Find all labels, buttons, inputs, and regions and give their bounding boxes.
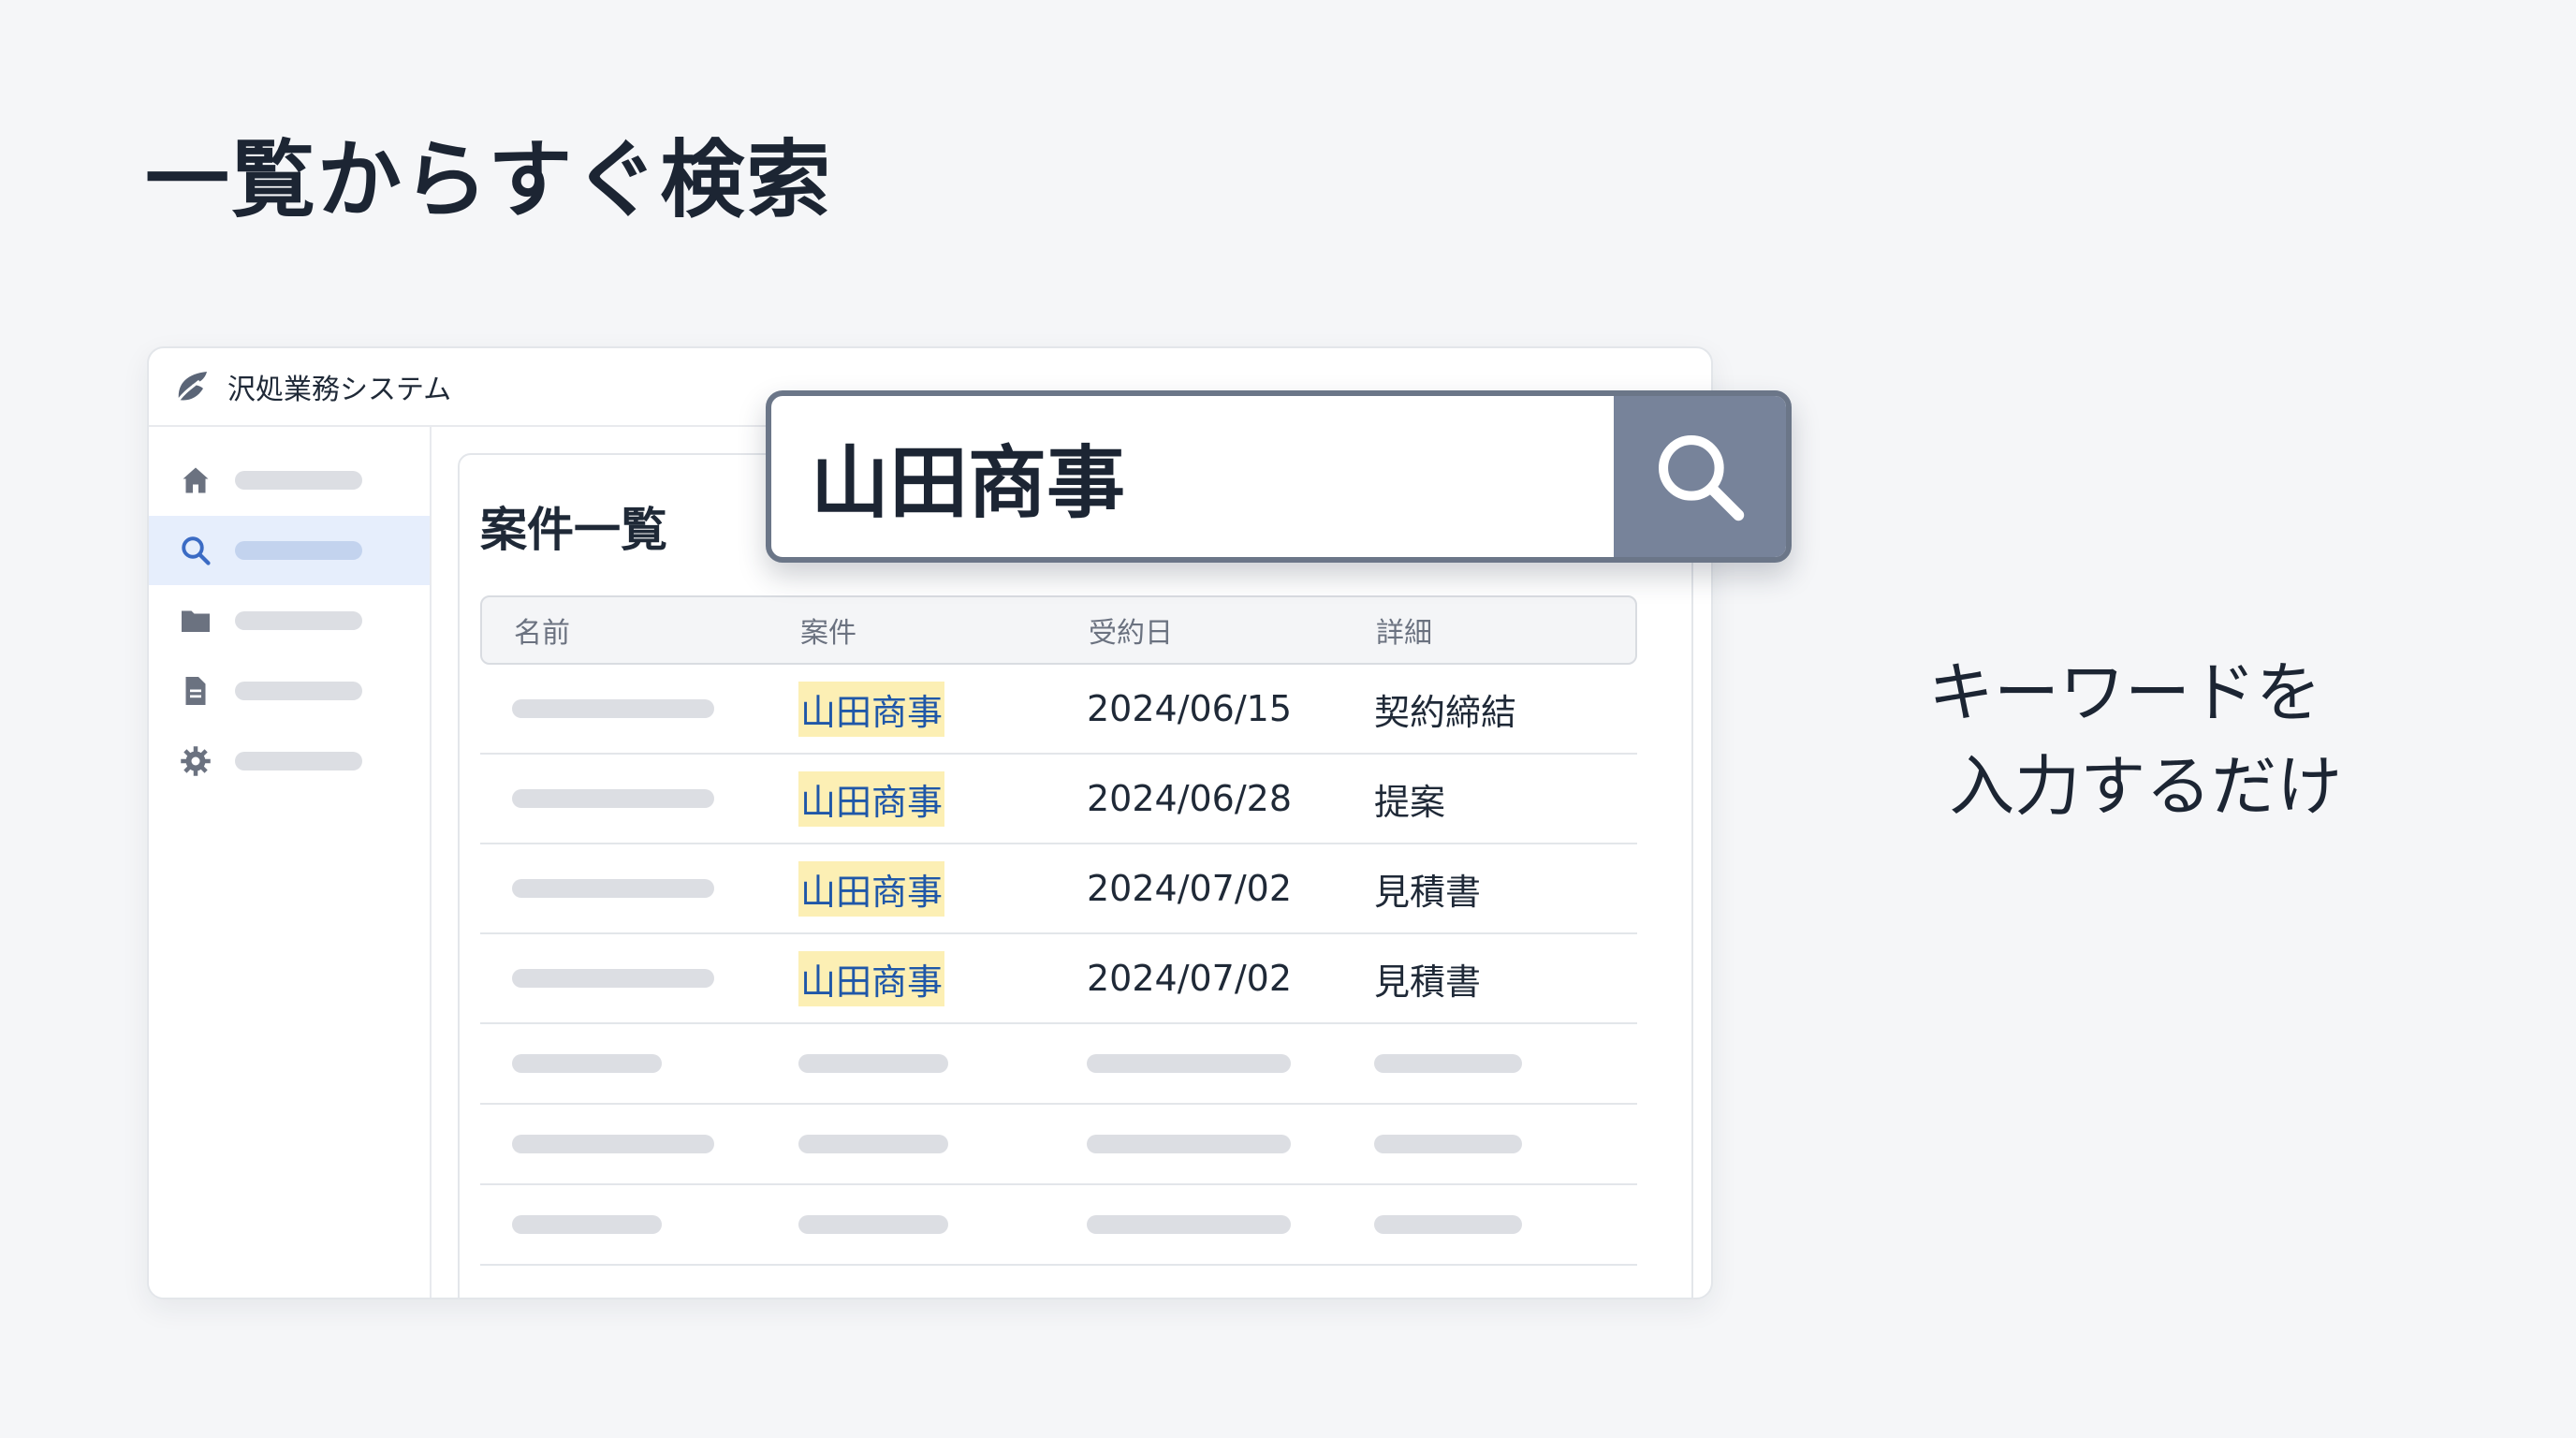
case-table: 名前 案件 受約日 詳細 山田商事 2024/06/15 契約締結 山田商事 2… xyxy=(480,595,1637,1266)
client-cell-highlighted: 山田商事 xyxy=(798,681,945,737)
sidebar-item-label-placeholder xyxy=(235,471,362,490)
date-cell: 2024/06/15 xyxy=(1087,688,1293,729)
cell-placeholder xyxy=(798,1054,948,1073)
headline: 一覧からすぐ検索 xyxy=(145,131,833,229)
home-icon xyxy=(183,467,209,493)
table-row[interactable]: 山田商事 2024/07/02 見積書 xyxy=(480,844,1637,934)
app-title: 沢処業務システム xyxy=(227,374,452,406)
column-header-case[interactable]: 案件 xyxy=(800,609,856,651)
sidebar-item-home[interactable] xyxy=(149,446,430,515)
cell-placeholder xyxy=(1374,1215,1522,1234)
client-cell-highlighted: 山田商事 xyxy=(798,860,945,917)
date-cell: 2024/07/02 xyxy=(1087,958,1293,999)
caption-line-2: 入力するだけ xyxy=(1949,748,2343,825)
table-row[interactable]: 山田商事 2024/07/02 見積書 xyxy=(480,934,1637,1024)
search-icon xyxy=(182,536,211,565)
table-row[interactable]: 山田商事 2024/06/28 提案 xyxy=(480,755,1637,844)
detail-cell: 提案 xyxy=(1374,781,1446,823)
sidebar-item-search[interactable] xyxy=(149,516,430,585)
caption: キーワードを 入力するだけ xyxy=(1928,646,2342,833)
client-cell-highlighted: 山田商事 xyxy=(798,770,945,827)
case-list-panel: 案件一覧 名前 案件 受約日 詳細 山田商事 2024/06/15 契約締結 山… xyxy=(458,453,1693,1298)
sidebar xyxy=(149,427,432,1298)
sidebar-item-label-placeholder xyxy=(235,611,362,630)
cell-placeholder xyxy=(798,1215,948,1234)
table-row-placeholder[interactable] xyxy=(480,1024,1637,1105)
table-row-placeholder[interactable] xyxy=(480,1105,1637,1185)
name-placeholder xyxy=(512,699,714,718)
column-header-name[interactable]: 名前 xyxy=(514,609,570,651)
search-input[interactable] xyxy=(811,396,1559,557)
sidebar-item-settings[interactable] xyxy=(149,726,430,796)
search-icon xyxy=(1659,435,1745,521)
detail-cell: 見積書 xyxy=(1374,961,1482,1003)
cell-placeholder xyxy=(512,1135,714,1153)
date-cell: 2024/07/02 xyxy=(1087,868,1293,909)
search-button[interactable] xyxy=(1614,396,1786,557)
sidebar-item-label-placeholder xyxy=(235,752,362,770)
table-header: 名前 案件 受約日 詳細 xyxy=(480,595,1637,665)
name-placeholder xyxy=(512,969,714,988)
client-cell-highlighted: 山田商事 xyxy=(798,950,945,1006)
cell-placeholder xyxy=(798,1135,948,1153)
document-icon xyxy=(185,677,206,705)
caption-line-1: キーワードを xyxy=(1928,654,2321,731)
table-row[interactable]: 山田商事 2024/06/15 契約締結 xyxy=(480,665,1637,755)
cell-placeholder xyxy=(1087,1215,1291,1234)
date-cell: 2024/06/28 xyxy=(1087,778,1293,819)
cell-placeholder xyxy=(512,1054,662,1073)
detail-cell: 契約締結 xyxy=(1374,691,1517,733)
cell-placeholder xyxy=(1374,1135,1522,1153)
gear-icon xyxy=(181,746,211,776)
cell-placeholder xyxy=(512,1215,662,1234)
cell-placeholder xyxy=(1087,1054,1291,1073)
cell-placeholder xyxy=(1374,1054,1522,1073)
column-header-date[interactable]: 受約日 xyxy=(1089,609,1173,651)
slide: 一覧からすぐ検索 沢処業務システム 案件一覧 名前 案件 受約日 詳細 山田商事… xyxy=(0,0,2576,1438)
leaf-logo-icon xyxy=(177,372,207,401)
column-header-detail[interactable]: 詳細 xyxy=(1376,609,1432,651)
sidebar-item-folder[interactable] xyxy=(149,586,430,655)
sidebar-item-label-placeholder xyxy=(235,682,362,700)
name-placeholder xyxy=(512,789,714,808)
name-placeholder xyxy=(512,879,714,898)
table-row-placeholder[interactable] xyxy=(480,1185,1637,1266)
page-title: 案件一覧 xyxy=(480,503,667,557)
detail-cell: 見積書 xyxy=(1374,871,1482,913)
sidebar-item-label-placeholder xyxy=(235,541,362,560)
folder-icon xyxy=(182,610,210,632)
search-box xyxy=(766,390,1792,563)
cell-placeholder xyxy=(1087,1135,1291,1153)
sidebar-item-document[interactable] xyxy=(149,656,430,726)
